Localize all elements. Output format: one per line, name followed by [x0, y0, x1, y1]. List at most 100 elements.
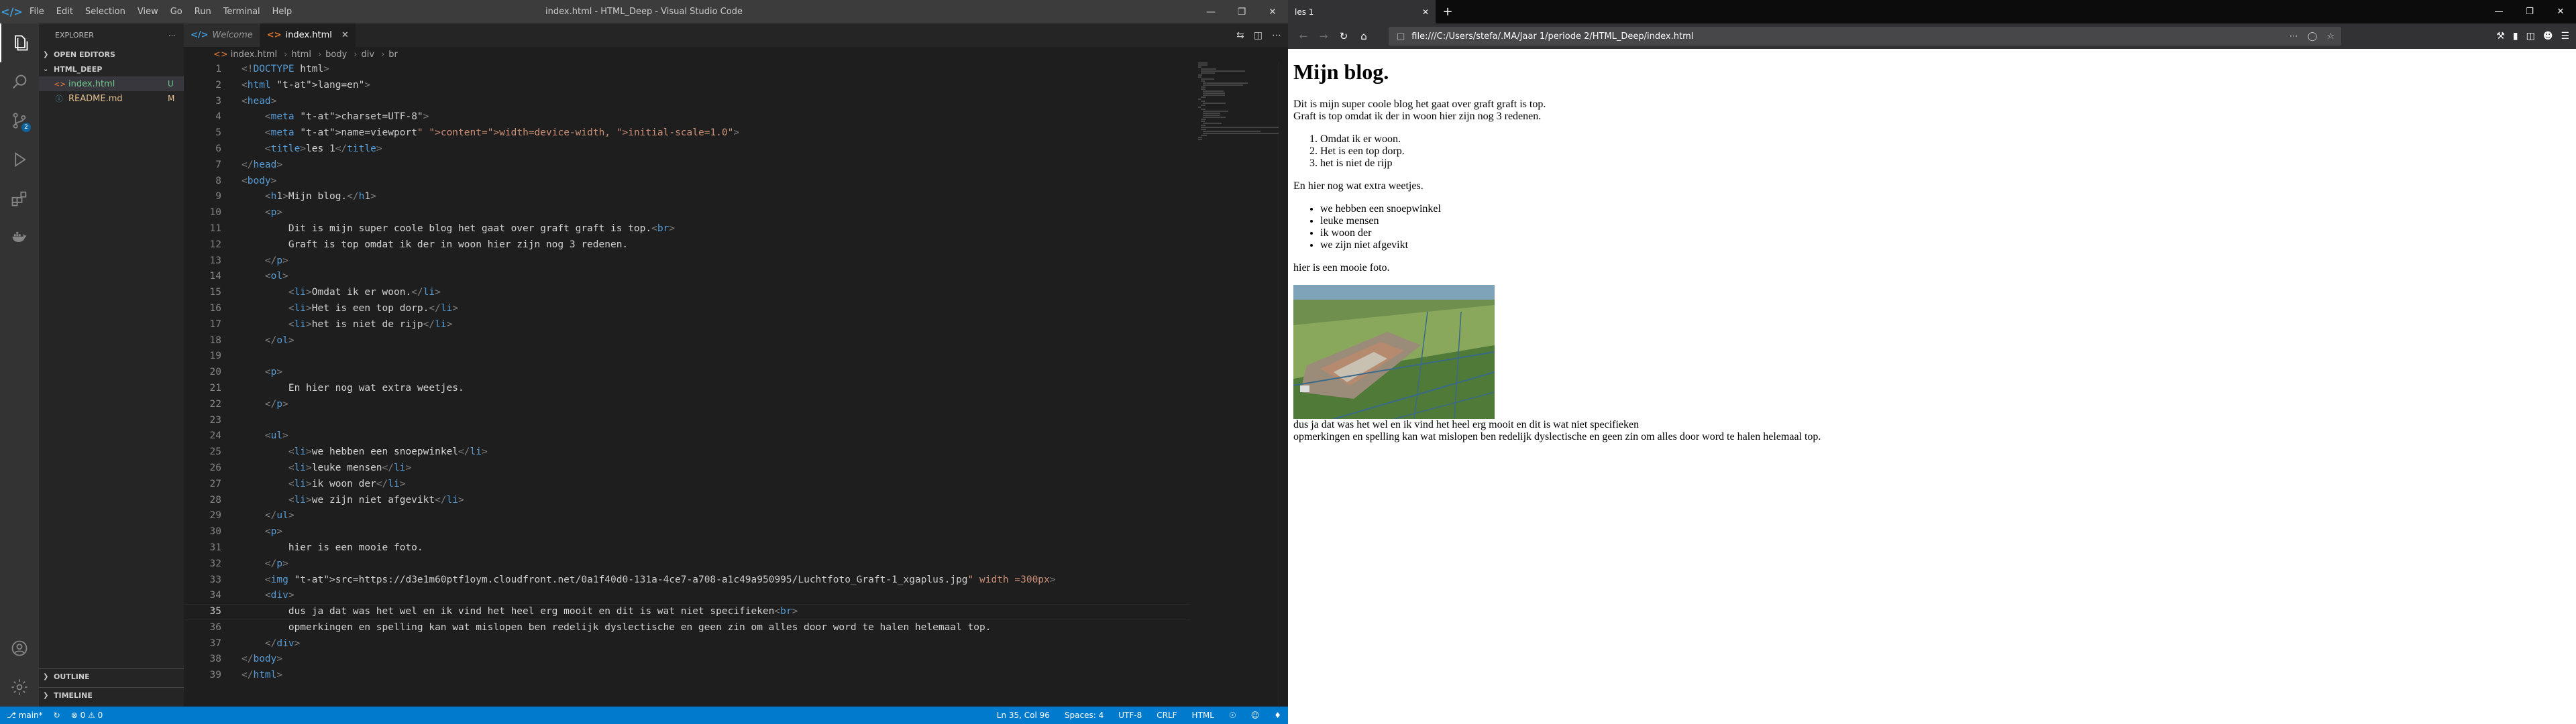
minimize-icon[interactable]: — [1195, 0, 1226, 23]
cursor-position[interactable]: Ln 35, Col 96 [997, 711, 1050, 720]
open-editors-section[interactable]: ❯ OPEN EDITORS [39, 47, 184, 62]
line-ending[interactable]: CRLF [1157, 711, 1177, 720]
code-line[interactable]: 19 [184, 349, 1190, 365]
menu-file[interactable]: File [23, 0, 50, 23]
menu-help[interactable]: Help [266, 0, 299, 23]
account-icon[interactable]: ☻ [2543, 31, 2553, 42]
source-control-icon[interactable]: 2 [0, 101, 39, 140]
code-line[interactable]: 31 hier is een mooie foto. [184, 540, 1190, 556]
code-line[interactable]: 17 <li>het is niet de rijp</li> [184, 317, 1190, 333]
feedback-icon[interactable]: ☺ [1251, 711, 1260, 720]
indentation[interactable]: Spaces: 4 [1065, 711, 1104, 720]
sync-icon[interactable]: ↻ [54, 711, 60, 720]
code-line[interactable]: 22 </p> [184, 397, 1190, 413]
docker-icon[interactable] [0, 218, 39, 257]
breadcrumb-item[interactable]: div [362, 50, 375, 60]
code-line[interactable]: 38 </body> [184, 652, 1190, 668]
broadcast-icon[interactable]: ☉ [1229, 711, 1236, 720]
outline-section[interactable]: ❯ OUTLINE [39, 669, 184, 684]
code-line[interactable]: 20 <p> [184, 365, 1190, 381]
code-line[interactable]: 3 <head> [184, 94, 1190, 110]
breadcrumb-item[interactable]: body [325, 50, 347, 60]
code-line[interactable]: 33 <img "t-at">src=https://d3e1m60ptf1oy… [184, 572, 1190, 589]
code-line[interactable]: 25 <li>we hebben een snoepwinkel</li> [184, 444, 1190, 461]
code-line[interactable]: 6 <title>les 1</title> [184, 141, 1190, 158]
code-line[interactable]: 14 <ol> [184, 269, 1190, 285]
problems-status[interactable]: ⊗ 0 ⚠ 0 [71, 711, 103, 720]
split-editor-icon[interactable]: ◫ [1254, 30, 1263, 41]
code-line[interactable]: 16 <li>Het is een top dorp.</li> [184, 301, 1190, 317]
address-bar[interactable]: □ file:///C:/Users/stefa/.MA/Jaar 1/peri… [1389, 27, 2341, 46]
tools-wrench-icon[interactable]: ⚒ [2496, 31, 2505, 42]
pocket-icon[interactable]: ◯ [2308, 32, 2318, 42]
code-line[interactable]: 36 opmerkingen en spelling kan wat mislo… [184, 620, 1190, 636]
encoding[interactable]: UTF-8 [1118, 711, 1142, 720]
extensions-icon[interactable] [0, 179, 39, 218]
more-actions-icon[interactable]: ⋯ [168, 31, 176, 40]
file-item-readme[interactable]: ⓘ README.md M [39, 91, 184, 106]
code-line[interactable]: 1 <!DOCTYPE html> [184, 62, 1190, 78]
code-line[interactable]: 2 <html "t-at">lang=en"> [184, 78, 1190, 94]
code-line[interactable]: 29 </ul> [184, 508, 1190, 524]
minimize-icon[interactable]: — [2483, 0, 2514, 23]
run-debug-icon[interactable] [0, 140, 39, 179]
menu-view[interactable]: View [131, 0, 164, 23]
menu-edit[interactable]: Edit [50, 0, 79, 23]
branch-status[interactable]: ⎇ main* [7, 711, 43, 720]
code-line[interactable]: 9 <h1>Mijn blog.</h1> [184, 189, 1190, 205]
new-tab-icon[interactable]: + [1436, 5, 1460, 19]
restore-icon[interactable]: ❐ [1226, 0, 1257, 23]
file-item-index[interactable]: <> index.html U [39, 76, 184, 91]
bookmark-star-icon[interactable]: ☆ [2326, 32, 2334, 42]
code-line[interactable]: 13 </p> [184, 253, 1190, 269]
more-actions-icon[interactable]: ⋯ [1272, 30, 1281, 41]
code-line[interactable]: 18 </ol> [184, 333, 1190, 349]
breadcrumb-item[interactable]: br [388, 50, 398, 60]
menu-go[interactable]: Go [164, 0, 189, 23]
accounts-icon[interactable] [0, 629, 39, 668]
minimap[interactable] [1198, 62, 1281, 140]
code-line[interactable]: 12 Graft is top omdat ik der in woon hie… [184, 237, 1190, 253]
close-icon[interactable]: ✕ [2545, 0, 2576, 23]
folder-section[interactable]: ⌄ HTML_DEEP [39, 62, 184, 76]
back-arrow-icon[interactable]: ← [1293, 26, 1313, 46]
settings-gear-icon[interactable] [0, 668, 39, 707]
code-line[interactable]: 28 <li>we zijn niet afgevikt</li> [184, 493, 1190, 509]
explorer-icon[interactable] [0, 23, 39, 62]
sidebar-icon[interactable]: ◫ [2526, 31, 2535, 42]
tab-welcome[interactable]: </> Welcome [184, 23, 260, 47]
reload-icon[interactable]: ↻ [1334, 26, 1354, 46]
code-line[interactable]: 15 <li>Omdat ik er woon.</li> [184, 285, 1190, 301]
notifications-bell-icon[interactable]: ♦ [1274, 711, 1281, 720]
menu-hamburger-icon[interactable]: ☰ [2561, 31, 2569, 42]
close-icon[interactable]: ✕ [1257, 0, 1288, 23]
menu-run[interactable]: Run [189, 0, 217, 23]
search-icon[interactable] [0, 62, 39, 101]
language-mode[interactable]: HTML [1192, 711, 1214, 720]
code-line[interactable]: 26 <li>leuke mensen</li> [184, 461, 1190, 477]
code-line[interactable]: 10 <p> [184, 205, 1190, 221]
timeline-section[interactable]: ❯ TIMELINE [39, 688, 184, 703]
code-line[interactable]: 11 Dit is mijn super coole blog het gaat… [184, 221, 1190, 237]
code-line[interactable]: 5 <meta "t-at">name=viewport" ">content=… [184, 125, 1190, 141]
code-line[interactable]: 34 <div> [184, 588, 1190, 604]
breadcrumb-item[interactable]: html [291, 50, 311, 60]
editor-scrollbar[interactable] [1279, 62, 1288, 707]
menu-selection[interactable]: Selection [79, 0, 131, 23]
breadcrumb-item[interactable]: index.html [231, 50, 277, 60]
browser-tab[interactable]: les 1 ✕ [1288, 0, 1436, 23]
code-line[interactable]: 21 En hier nog wat extra weetjes. [184, 381, 1190, 397]
library-icon[interactable]: ▮ [2513, 31, 2518, 42]
code-line[interactable]: 7 </head> [184, 158, 1190, 174]
code-line[interactable]: 35 dus ja dat was het wel en ik vind het… [184, 604, 1190, 620]
code-editor[interactable]: 1 <!DOCTYPE html> 2 <html "t-at">lang=en"> 3… [184, 62, 1190, 712]
menu-terminal[interactable]: Terminal [217, 0, 266, 23]
open-changes-icon[interactable]: ⇆ [1236, 30, 1244, 41]
close-tab-icon[interactable]: ✕ [341, 30, 349, 40]
tab-index-html[interactable]: <> index.html ✕ [260, 23, 356, 47]
page-actions-icon[interactable]: ⋯ [2290, 32, 2298, 42]
forward-arrow-icon[interactable]: → [1313, 26, 1334, 46]
code-line[interactable]: 37 </div> [184, 636, 1190, 652]
code-line[interactable]: 32 </p> [184, 556, 1190, 572]
home-icon[interactable]: ⌂ [1354, 26, 1374, 46]
